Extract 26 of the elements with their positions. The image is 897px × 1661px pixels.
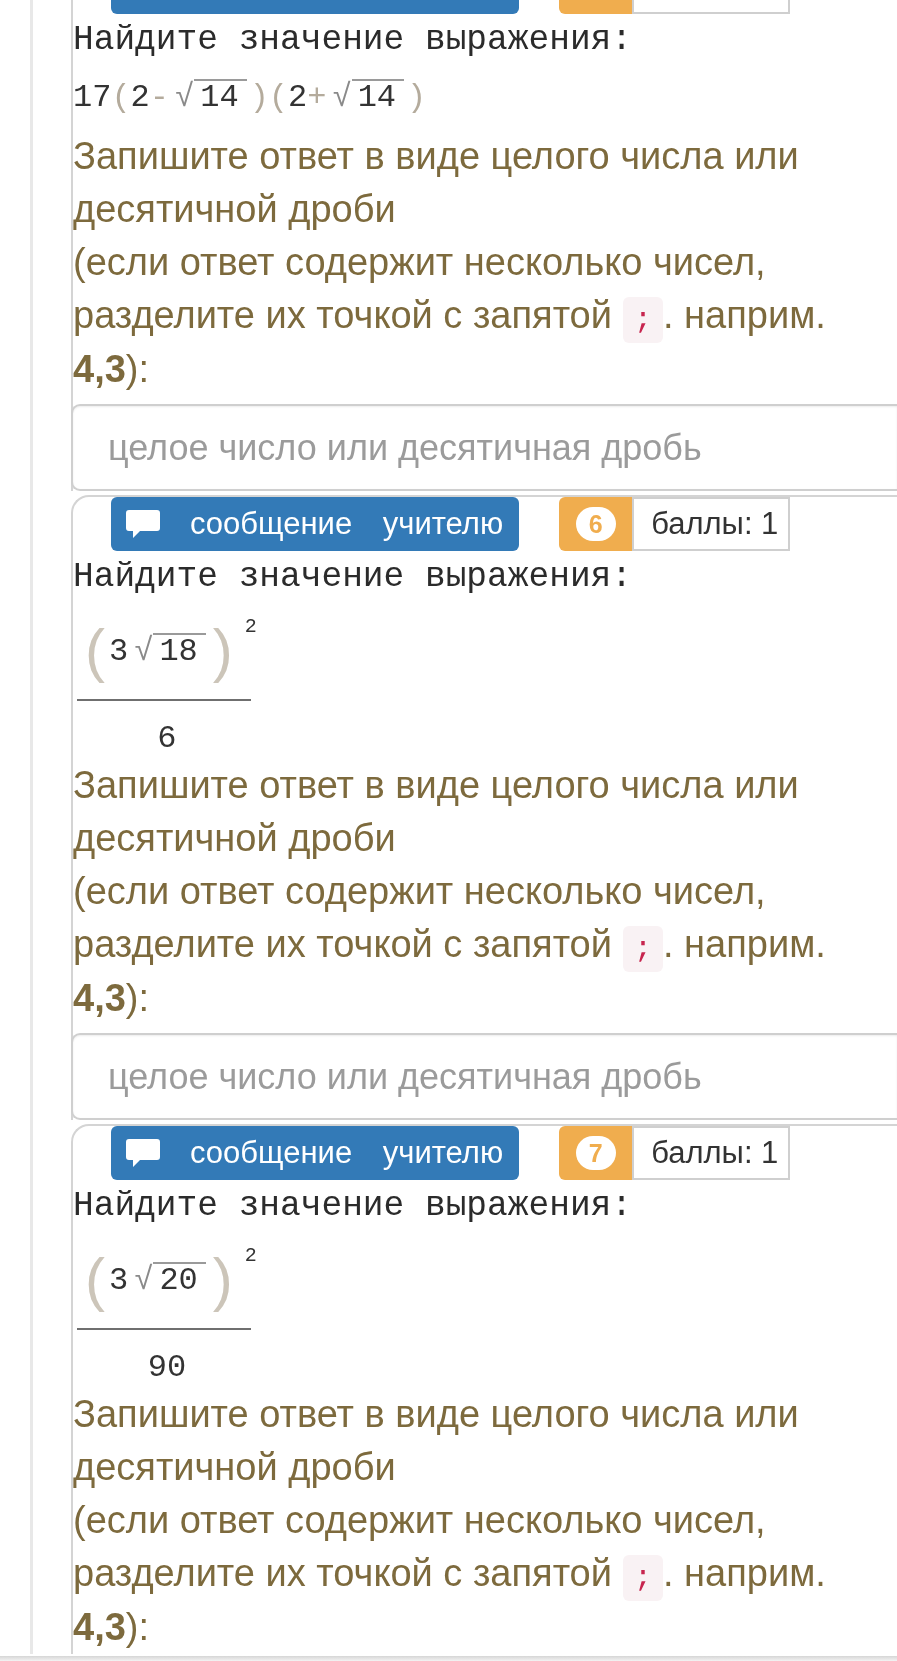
question-heading: Найдите значение выражения: [73, 20, 632, 60]
answer-instruction: Запишите ответ в виде целого числа или десятичной дроби [73, 134, 800, 232]
speech-bubble-icon [126, 510, 160, 538]
fraction-denominator: 90 [147, 1348, 187, 1388]
message-teacher-button[interactable]: сообщение учителю [111, 497, 520, 551]
score-label: баллы: 1 [632, 1126, 791, 1180]
answer-input[interactable]: целое число или десятичная дробь [71, 404, 897, 491]
answer-format-hint: (если ответ содержит несколько чисел, разделите их точкой с запятой ; . наприм. 4,3): [73, 1498, 827, 1650]
question-heading: Найдите значение выражения: [73, 1186, 632, 1226]
question-number: 6 [575, 507, 616, 541]
question-heading: Найдите значение выражения: [73, 557, 632, 597]
answer-input[interactable]: целое число или десятичная дробь [71, 1033, 897, 1120]
answer-format-hint: (если ответ содержит несколько чисел, разделите их точкой с запятой ; . наприм. 4,3): [73, 240, 827, 392]
score-label: баллы: 1 [632, 497, 791, 551]
code-snippet: ; [623, 297, 663, 343]
code-snippet: ; [623, 1555, 663, 1601]
answer-instruction: Запишите ответ в виде целого числа или десятичной дроби [73, 763, 800, 861]
code-snippet: ; [623, 926, 663, 972]
speech-bubble-icon [126, 1139, 160, 1167]
math-expression: 17(2- √ 14 )(2+ √ 14 ) [73, 78, 427, 118]
answer-format-hint: (если ответ содержит несколько чисел, разделите их точкой с запятой ; . наприм. 4,3): [73, 869, 827, 1021]
question-number: 7 [575, 1136, 616, 1170]
answer-instruction: Запишите ответ в виде целого числа или десятичной дроби [73, 1392, 800, 1490]
fraction-denominator: 6 [157, 719, 177, 759]
message-teacher-button[interactable] [111, 0, 519, 14]
message-teacher-button[interactable]: сообщение учителю [111, 1126, 520, 1180]
